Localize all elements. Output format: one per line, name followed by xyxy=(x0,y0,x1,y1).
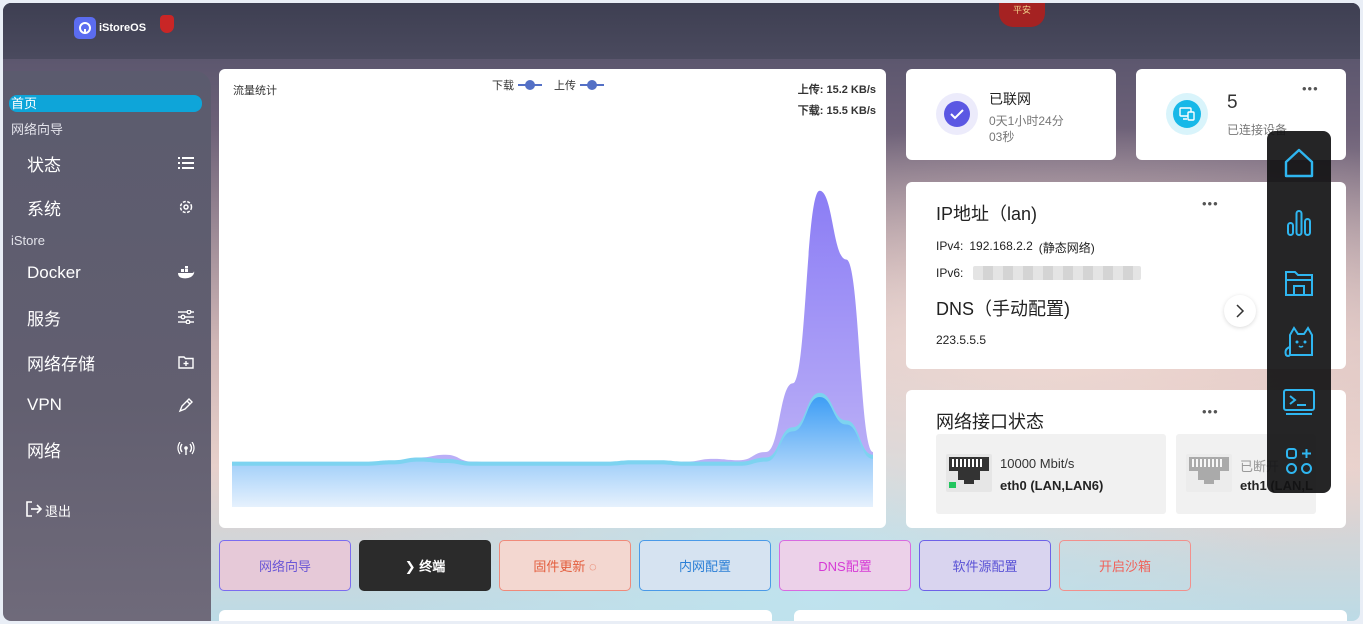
logout-button[interactable]: 退出 xyxy=(25,501,71,520)
files-icon[interactable] xyxy=(1281,265,1317,301)
quick-action-button[interactable]: 内网配置 xyxy=(639,540,771,591)
sidebar-item-label: 网络 xyxy=(27,441,61,461)
traffic-title: 流量统计 xyxy=(233,85,277,97)
legend-upload[interactable]: 上传 xyxy=(554,77,604,93)
ipv4-note: (静态网络) xyxy=(1038,241,1095,255)
floating-dock xyxy=(1267,131,1331,493)
sidebar-item-label: 状态 xyxy=(27,155,61,175)
ip-card-next-button[interactable] xyxy=(1224,295,1256,327)
devices-icon xyxy=(1166,93,1208,135)
dns-title: DNS（手动配置) xyxy=(936,299,1070,319)
uptime-line-2: 03秒 xyxy=(989,130,1015,144)
quick-action-button[interactable]: 网络向导 xyxy=(219,540,351,591)
legend-upload-marker xyxy=(580,80,604,90)
logout-label: 退出 xyxy=(45,504,72,519)
bottom-card-left xyxy=(219,610,772,621)
docker-icon xyxy=(177,264,195,282)
chart-icon[interactable] xyxy=(1281,205,1317,241)
quick-action-button[interactable]: 固件更新 ◌ xyxy=(499,540,631,591)
app-frame: iStoreOS 平安 首页 网络向导 状态 系统 iStore Docker xyxy=(3,3,1360,621)
uptime-line-1: 0天1小时24分 xyxy=(989,114,1064,128)
sidebar-item-services[interactable]: 服务 xyxy=(27,303,195,331)
quick-action-button[interactable]: ❯ 终端 xyxy=(359,540,491,591)
sidebar-section-istore[interactable]: iStore xyxy=(11,233,45,248)
quick-action-button[interactable]: 软件源配置 xyxy=(919,540,1051,591)
gear-icon xyxy=(177,198,195,216)
sliders-icon xyxy=(177,308,195,326)
apps-icon[interactable] xyxy=(1281,443,1317,479)
folder-plus-icon xyxy=(177,353,195,371)
port-name: eth0 (LAN,LAN6) xyxy=(1000,478,1104,493)
lantern-text: 平安 xyxy=(1013,5,1032,15)
ipv4-label: IPv4: xyxy=(936,239,964,253)
quick-action-button[interactable]: 开启沙箱 xyxy=(1059,540,1191,591)
sidebar-item-label: 系统 xyxy=(27,199,61,219)
ipv6-label: IPv6: xyxy=(936,266,964,280)
sidebar-item-network[interactable]: 网络 xyxy=(27,435,195,463)
port-eth0[interactable]: 10000 Mbit/s eth0 (LAN,LAN6) xyxy=(936,434,1166,514)
home-icon[interactable] xyxy=(1281,145,1317,181)
sidebar-item-docker[interactable]: Docker xyxy=(27,259,195,287)
upload-rate: 上传: 15.2 KB/s xyxy=(797,84,876,96)
ip-card-title: IP地址（lan) xyxy=(936,204,1038,224)
ipv4-value: 192.168.2.2 xyxy=(969,239,1033,253)
network-status-card[interactable]: 已联网 0天1小时24分 03秒 xyxy=(906,69,1116,160)
ethernet-port-icon xyxy=(946,454,992,497)
ipv6-value-redacted xyxy=(973,266,1141,280)
antenna-icon xyxy=(177,440,195,458)
lantern-decoration-icon xyxy=(160,15,174,33)
legend-download-marker xyxy=(518,80,542,90)
traffic-area-chart xyxy=(232,190,873,507)
sidebar-item-label: 服务 xyxy=(27,309,61,329)
devices-more-button[interactable]: ••• xyxy=(1302,81,1319,96)
pen-icon xyxy=(177,396,195,414)
bottom-card-right xyxy=(794,610,1347,621)
ipv4-row: IPv4: 192.168.2.2 (静态网络) xyxy=(936,239,1095,256)
sidebar-item-label: 网络存储 xyxy=(27,354,95,374)
connected-check-icon xyxy=(936,93,978,135)
sidebar-section-wizard[interactable]: 网络向导 xyxy=(11,119,63,138)
terminal-icon[interactable] xyxy=(1281,384,1317,420)
dns-value: 223.5.5.5 xyxy=(936,333,987,347)
device-count: 5 xyxy=(1227,92,1238,113)
legend-upload-label: 上传 xyxy=(554,80,576,92)
top-bar: iStoreOS 平安 xyxy=(3,3,1360,59)
ethernet-port-icon xyxy=(1186,454,1232,497)
traffic-stats-card: 流量统计 下载 上传 上传: 15.2 KB/s 下载: 15.5 KB/s xyxy=(219,69,886,528)
port-speed: 10000 Mbit/s xyxy=(1000,456,1075,471)
sidebar-item-vpn[interactable]: VPN xyxy=(27,391,195,419)
chevron-right-icon xyxy=(1236,304,1245,318)
sidebar-item-network-storage[interactable]: 网络存储 xyxy=(27,348,195,376)
sidebar-item-label: VPN xyxy=(27,395,62,414)
legend-download[interactable]: 下载 xyxy=(492,77,542,93)
logout-icon xyxy=(25,501,43,520)
ip-card-more-button[interactable]: ••• xyxy=(1202,196,1219,211)
legend-download-label: 下载 xyxy=(492,80,514,92)
cat-icon[interactable] xyxy=(1281,324,1317,360)
sidebar-item-label: Docker xyxy=(27,263,81,282)
interfaces-more-button[interactable]: ••• xyxy=(1202,404,1219,419)
quick-action-button[interactable]: DNS配置 xyxy=(779,540,911,591)
list-icon xyxy=(177,154,195,172)
interfaces-title: 网络接口状态 xyxy=(936,412,1044,432)
brand-name[interactable]: iStoreOS xyxy=(99,22,146,34)
istoreos-logo-icon[interactable] xyxy=(74,17,96,39)
sidebar: 首页 网络向导 状态 系统 iStore Docker 服务 网络存储 VPN … xyxy=(3,71,211,621)
network-status-title: 已联网 xyxy=(989,91,1031,107)
lantern-banner-decoration: 平安 xyxy=(999,3,1045,27)
sidebar-item-system[interactable]: 系统 xyxy=(27,193,195,221)
chart-legend: 下载 上传 xyxy=(492,77,604,93)
sidebar-item-home[interactable]: 首页 xyxy=(9,95,202,112)
sidebar-item-status[interactable]: 状态 xyxy=(27,149,195,177)
download-rate: 下载: 15.5 KB/s xyxy=(797,105,876,117)
